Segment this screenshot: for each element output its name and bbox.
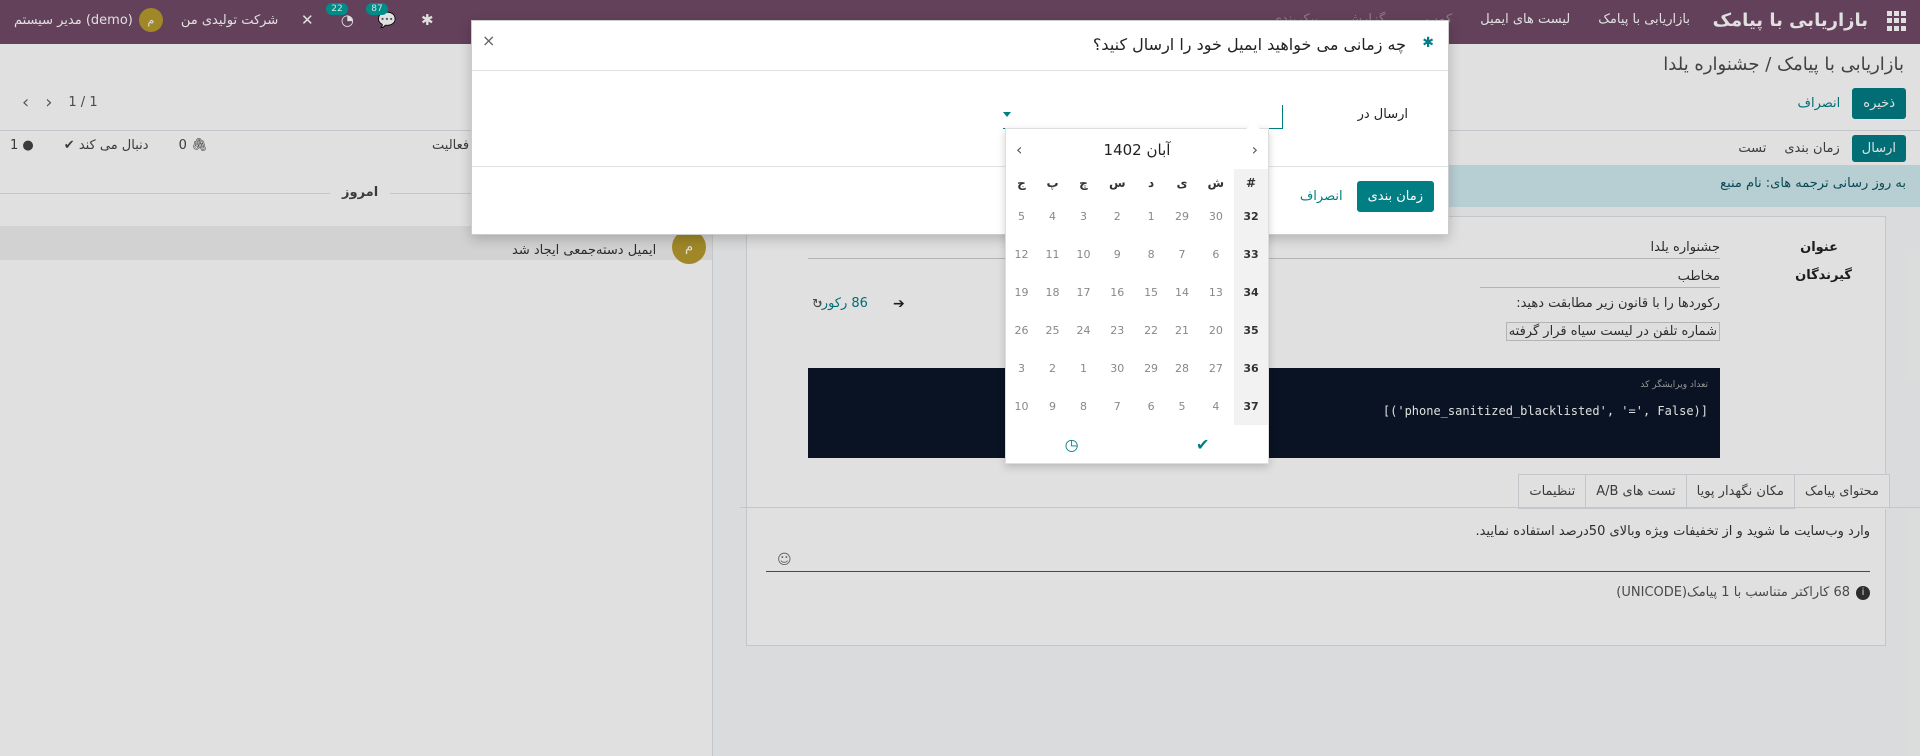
week-number: 34 — [1234, 273, 1268, 311]
weekday-header: س — [1108, 176, 1126, 190]
week-number: 36 — [1234, 349, 1268, 387]
calendar-day[interactable]: 2 — [1037, 349, 1068, 387]
weekday-header: چ — [1079, 176, 1088, 190]
send-at-datetime-input[interactable] — [1003, 105, 1283, 129]
datepicker-month-title[interactable]: آبان 1402 — [1006, 141, 1268, 159]
datepicker-footer: ✔ ◷ — [1006, 429, 1268, 459]
calendar-week-row: 37 4 5 6 7 8 9 10 — [1006, 387, 1268, 425]
week-number: 32 — [1234, 197, 1268, 235]
debug-bug-icon[interactable]: ✱ — [1422, 35, 1434, 51]
calendar-day[interactable]: 29 — [1136, 349, 1167, 387]
weekday-header: ج — [1017, 176, 1026, 190]
cancel-button[interactable]: انصراف — [1294, 181, 1349, 212]
weekday-header-week: # — [1234, 169, 1268, 197]
calendar-day[interactable]: 3 — [1006, 349, 1037, 387]
dialog-header: ✱ چه زمانی می خواهید ایمیل خود را ارسال … — [472, 21, 1448, 71]
calendar-day[interactable]: 2 — [1099, 197, 1136, 235]
chevron-right-icon[interactable]: › — [1016, 140, 1022, 159]
calendar-day[interactable]: 7 — [1167, 235, 1198, 273]
calendar-day[interactable]: 28 — [1167, 349, 1198, 387]
calendar-day[interactable]: 27 — [1198, 349, 1235, 387]
calendar-day[interactable]: 22 — [1136, 311, 1167, 349]
calendar-week-row: 35 20 21 22 23 24 25 26 — [1006, 311, 1268, 349]
weekday-header: ی — [1176, 176, 1188, 190]
calendar-week-row: 34 13 14 15 16 17 18 19 — [1006, 273, 1268, 311]
calendar-day[interactable]: 29 — [1167, 197, 1198, 235]
clock-icon[interactable]: ◷ — [1065, 435, 1079, 454]
weekday-header: ش — [1207, 176, 1225, 190]
week-number: 37 — [1234, 387, 1268, 425]
calendar-week-row: 32 30 29 1 2 3 4 5 — [1006, 197, 1268, 235]
schedule-dialog: ✱ چه زمانی می خواهید ایمیل خود را ارسال … — [471, 20, 1449, 235]
weekday-header: د — [1147, 176, 1155, 190]
calendar-day[interactable]: 24 — [1068, 311, 1099, 349]
close-icon[interactable]: × — [482, 31, 495, 50]
calendar-day[interactable]: 13 — [1198, 273, 1235, 311]
datepicker-pointer — [1246, 122, 1260, 129]
calendar-day[interactable]: 19 — [1006, 273, 1037, 311]
calendar-day[interactable]: 10 — [1006, 387, 1037, 425]
calendar-day[interactable]: 9 — [1037, 387, 1068, 425]
calendar-day[interactable]: 4 — [1037, 197, 1068, 235]
calendar-day[interactable]: 21 — [1167, 311, 1198, 349]
calendar-day[interactable]: 8 — [1068, 387, 1099, 425]
calendar-day[interactable]: 5 — [1167, 387, 1198, 425]
calendar-day[interactable]: 6 — [1198, 235, 1235, 273]
calendar-day[interactable]: 1 — [1068, 349, 1099, 387]
calendar-grid: # ش ی د س چ پ ج 32 30 29 1 2 3 4 5 33 6 7 8 9 10 11 12 3… — [1006, 169, 1268, 425]
calendar-day[interactable]: 26 — [1006, 311, 1037, 349]
calendar-day[interactable]: 5 — [1006, 197, 1037, 235]
chevron-down-icon[interactable] — [1003, 112, 1011, 117]
calendar-body: 32 30 29 1 2 3 4 5 33 6 7 8 9 10 11 12 34 13 14 15 16 17 18 19 3… — [1006, 197, 1268, 425]
calendar-day[interactable]: 20 — [1198, 311, 1235, 349]
calendar-day[interactable]: 30 — [1198, 197, 1235, 235]
calendar-day[interactable]: 16 — [1099, 273, 1136, 311]
calendar-day[interactable]: 23 — [1099, 311, 1136, 349]
calendar-day[interactable]: 12 — [1006, 235, 1037, 273]
dialog-footer: زمان بندی انصراف — [472, 166, 1448, 236]
calendar-day[interactable]: 10 — [1068, 235, 1099, 273]
datepicker-popup: ‹ آبان 1402 › # ش ی د س چ پ ج 32 30 29 1 2 3 4… — [1005, 122, 1269, 464]
calendar-day[interactable]: 11 — [1037, 235, 1068, 273]
calendar-day[interactable]: 4 — [1198, 387, 1235, 425]
calendar-day[interactable]: 6 — [1136, 387, 1167, 425]
calendar-day[interactable]: 15 — [1136, 273, 1167, 311]
calendar-day[interactable]: 14 — [1167, 273, 1198, 311]
calendar-day[interactable]: 17 — [1068, 273, 1099, 311]
calendar-day[interactable]: 9 — [1099, 235, 1136, 273]
week-number: 35 — [1234, 311, 1268, 349]
calendar-day[interactable]: 30 — [1099, 349, 1136, 387]
calendar-day[interactable]: 1 — [1136, 197, 1167, 235]
schedule-confirm-button[interactable]: زمان بندی — [1356, 181, 1434, 212]
week-number: 33 — [1234, 235, 1268, 273]
calendar-day[interactable]: 7 — [1099, 387, 1136, 425]
weekday-header: پ — [1046, 176, 1059, 190]
send-at-label: ارسال در — [1357, 107, 1408, 122]
calendar-day[interactable]: 18 — [1037, 273, 1068, 311]
calendar-week-row: 33 6 7 8 9 10 11 12 — [1006, 235, 1268, 273]
calendar-day[interactable]: 3 — [1068, 197, 1099, 235]
calendar-day[interactable]: 25 — [1037, 311, 1068, 349]
dialog-title: چه زمانی می خواهید ایمیل خود را ارسال کن… — [1092, 35, 1406, 54]
check-icon[interactable]: ✔ — [1196, 435, 1209, 454]
datepicker-header: ‹ آبان 1402 › — [1006, 137, 1268, 165]
calendar-day[interactable]: 8 — [1136, 235, 1167, 273]
calendar-week-row: 36 27 28 29 30 1 2 3 — [1006, 349, 1268, 387]
